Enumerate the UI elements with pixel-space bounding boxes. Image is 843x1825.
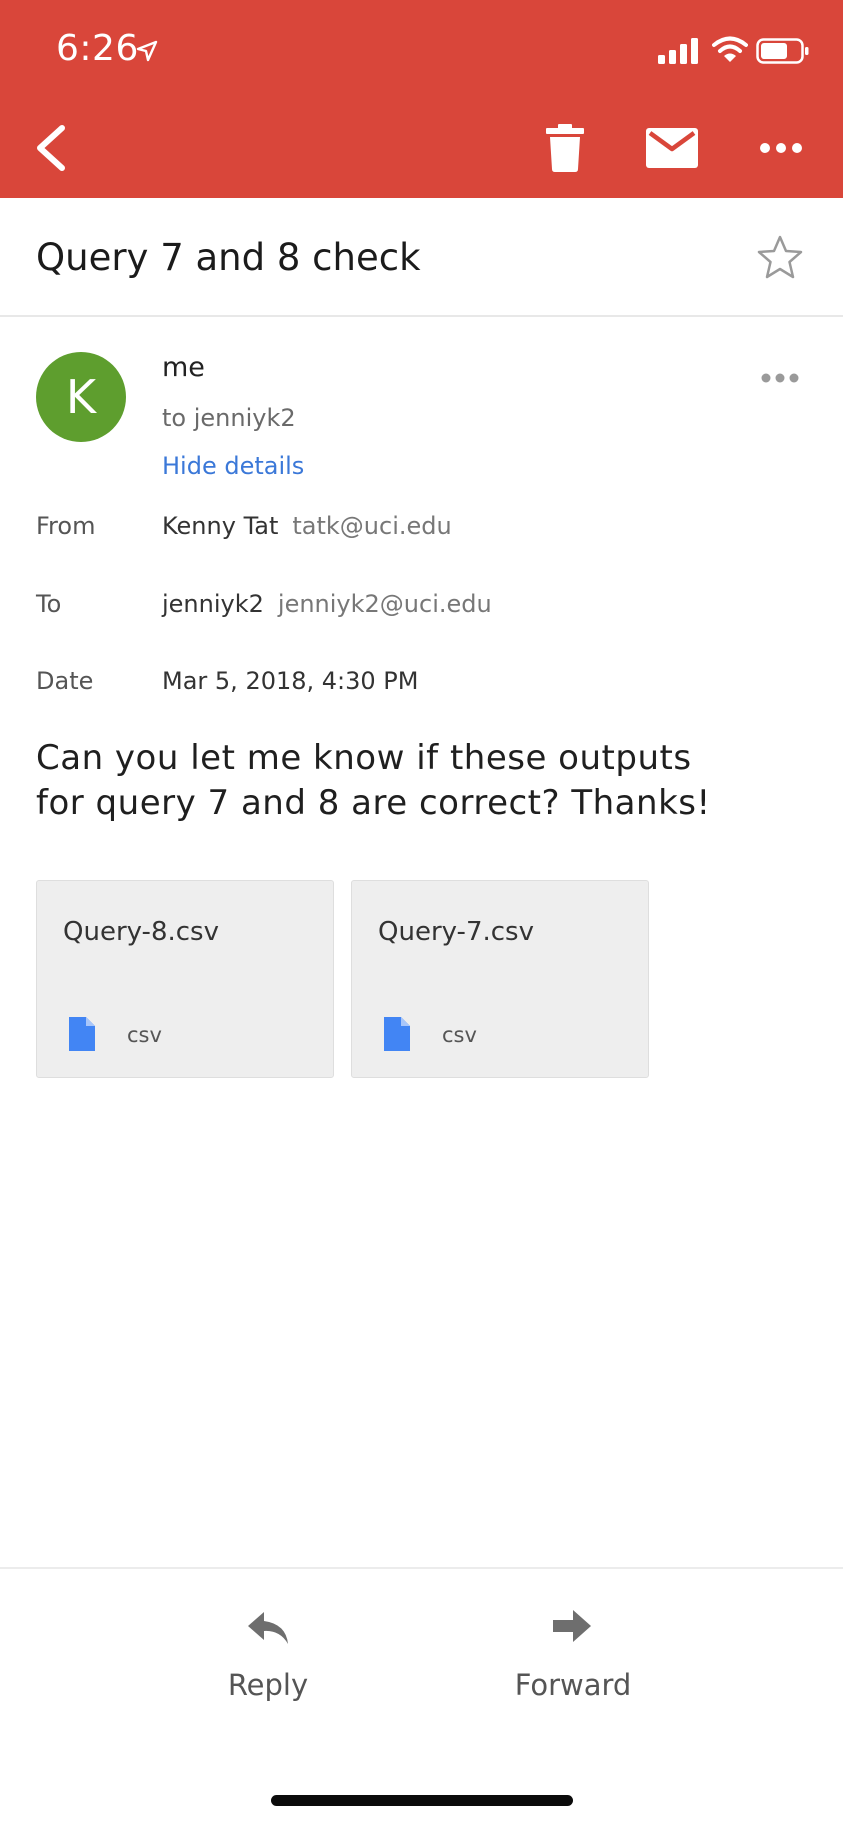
date-value: Mar 5, 2018, 4:30 PM <box>162 667 419 695</box>
recipient-summary: to jenniyk2 <box>162 404 296 432</box>
email-subject: Query 7 and 8 check <box>36 236 421 279</box>
back-button[interactable] <box>30 120 74 176</box>
attachment-type: csv <box>442 1023 477 1047</box>
forward-label: Forward <box>514 1668 632 1702</box>
wifi-icon <box>712 36 748 62</box>
message-more-button[interactable] <box>760 370 800 386</box>
more-horizontal-icon <box>761 373 799 383</box>
avatar[interactable]: K <box>36 352 126 442</box>
cellular-signal-icon <box>658 38 698 64</box>
envelope-icon <box>646 128 698 168</box>
battery-icon <box>756 38 809 64</box>
email-body: Can you let me know if these outputs for… <box>36 738 711 823</box>
more-horizontal-icon <box>760 143 802 153</box>
reply-icon <box>248 1612 288 1644</box>
more-options-button[interactable] <box>757 136 805 160</box>
file-icon <box>69 1017 95 1051</box>
reply-button[interactable]: Reply <box>168 1600 368 1730</box>
attachment-type: csv <box>127 1023 162 1047</box>
from-name: Kenny Tat <box>162 512 279 540</box>
to-value: jenniyk2 jenniyk2@uci.edu <box>162 590 492 618</box>
mark-unread-button[interactable] <box>646 128 698 168</box>
chevron-left-icon <box>37 125 65 171</box>
hide-details-link[interactable]: Hide details <box>162 452 304 480</box>
file-icon <box>384 1017 410 1051</box>
sender-name: me <box>162 352 205 383</box>
subject-bar: Query 7 and 8 check <box>0 198 843 317</box>
app-bar: 6:26 <box>0 0 843 198</box>
attachment-card[interactable]: Query-7.csv csv <box>351 880 649 1078</box>
delete-button[interactable] <box>543 124 587 172</box>
forward-arrow-icon <box>553 1610 591 1642</box>
trash-icon <box>546 124 584 172</box>
attachment-card[interactable]: Query-8.csv csv <box>36 880 334 1078</box>
to-email[interactable]: jenniyk2@uci.edu <box>278 590 492 618</box>
attachment-name: Query-8.csv <box>63 917 219 947</box>
star-icon <box>757 235 803 279</box>
star-button[interactable] <box>756 234 804 280</box>
location-arrow-icon <box>136 40 158 62</box>
date-label: Date <box>36 667 94 695</box>
from-label: From <box>36 512 96 540</box>
from-value: Kenny Tat tatk@uci.edu <box>162 512 452 540</box>
home-indicator[interactable] <box>271 1795 573 1806</box>
forward-button[interactable]: Forward <box>473 1600 673 1730</box>
attachment-name: Query-7.csv <box>378 917 534 947</box>
status-time: 6:26 <box>56 28 139 69</box>
to-label: To <box>36 590 62 618</box>
reply-label: Reply <box>227 1668 309 1702</box>
to-name: jenniyk2 <box>162 590 264 618</box>
from-email[interactable]: tatk@uci.edu <box>292 512 451 540</box>
divider <box>0 1567 843 1569</box>
